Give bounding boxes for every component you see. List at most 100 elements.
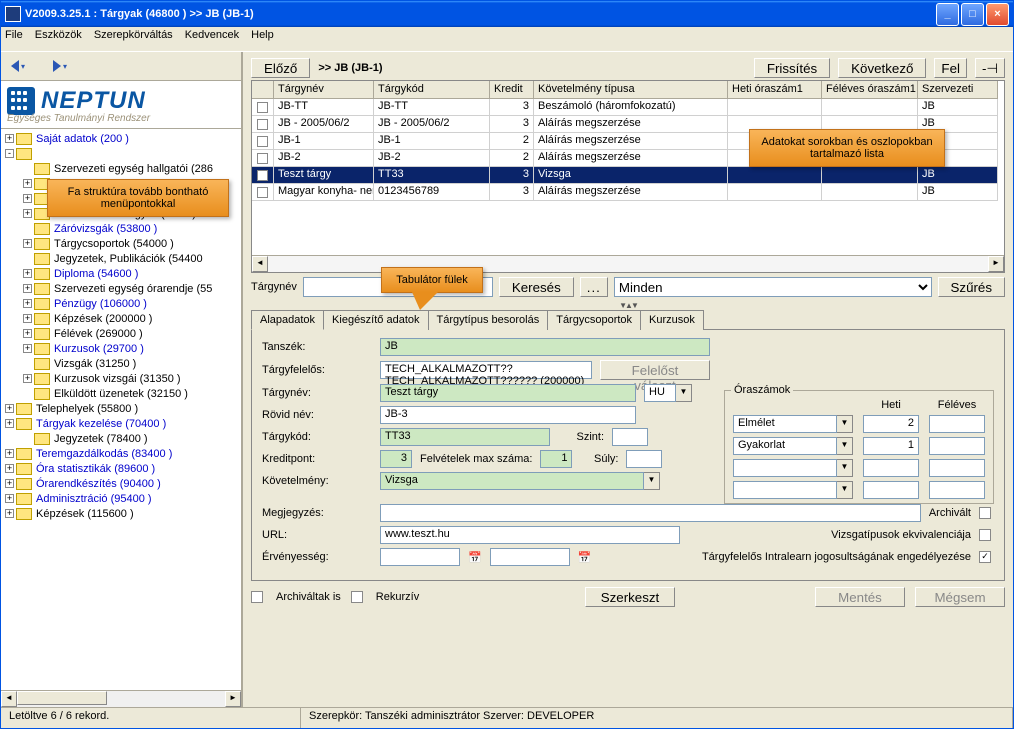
menu-tools[interactable]: Eszközök [35,29,82,49]
tree-item[interactable]: +Képzések (200000 ) [1,311,241,326]
erv-from[interactable] [380,548,460,566]
rovid-field[interactable]: JB-3 [380,406,636,424]
tree-item[interactable]: Jegyzetek, Publikációk (54400 [1,251,241,266]
tree-item[interactable]: +Adminisztráció (95400 ) [1,491,241,506]
tree-item[interactable]: +Pénzügy (106000 ) [1,296,241,311]
tree-item[interactable]: +Kurzusok vizsgái (31350 ) [1,371,241,386]
menu-fav[interactable]: Kedvencek [185,29,239,49]
rekurziv-checkbox[interactable] [351,591,363,603]
window-title: V2009.3.25.1 : Tárgyak (46800 ) >> JB (J… [25,8,936,20]
tree-item[interactable]: +Saját adatok (200 ) [1,131,241,146]
tree-item[interactable]: +Képzések (115600 ) [1,506,241,521]
data-grid[interactable]: TárgynévTárgykódKreditKövetelmény típusa… [251,80,1005,273]
szerkeszt-button[interactable]: Szerkeszt [585,587,675,607]
tree-item[interactable]: Elküldött üzenetek (32150 ) [1,386,241,401]
feleves-4[interactable] [929,481,985,499]
nav-forward-button[interactable]: ▾ [51,57,69,75]
tree-item[interactable]: +Diploma (54600 ) [1,266,241,281]
grid-header[interactable]: Követelmény típusa [534,81,728,99]
grid-h-scrollbar[interactable]: ◄► [252,255,1004,272]
menu-help[interactable]: Help [251,29,274,49]
tab-alapadatok[interactable]: Alapadatok [251,310,324,330]
menu-file[interactable]: File [5,29,23,49]
kod-label: Tárgykód: [262,431,372,443]
grid-header[interactable]: Kredit [490,81,534,99]
tab-kiegeszito[interactable]: Kiegészítő adatok [323,310,428,330]
table-row[interactable]: JB-TTJB-TT3Beszámoló (háromfokozatú)JB [252,99,1004,116]
tree-item[interactable]: +Teremgazdálkodás (83400 ) [1,446,241,461]
tree-item[interactable]: Jegyzetek (78400 ) [1,431,241,446]
date-icon-2[interactable]: 📅 [578,551,592,564]
tree-item[interactable]: +Óra statisztikák (89600 ) [1,461,241,476]
heti-gyak[interactable]: 1 [863,437,919,455]
tree-item[interactable]: Záróvizsgák (53800 ) [1,221,241,236]
feleves-elmelet[interactable] [929,415,985,433]
szint-field[interactable] [612,428,648,446]
grid-header[interactable]: Tárgynév [274,81,374,99]
archivalt-checkbox[interactable] [979,507,991,519]
feleves-gyak[interactable] [929,437,985,455]
close-button[interactable]: × [986,3,1009,26]
next-button[interactable]: Következő [838,58,926,78]
grid-header[interactable]: Szervezeti [918,81,998,99]
ora-type-4[interactable]: ▼ [733,481,853,499]
tree-item[interactable]: +Tárgyak kezelése (70400 ) [1,416,241,431]
feleves-3[interactable] [929,459,985,477]
tree-item[interactable]: +Félévek (269000 ) [1,326,241,341]
grid-header[interactable]: Heti óraszám1 [728,81,822,99]
table-row[interactable]: Teszt tárgyTT333VizsgaJB [252,167,1004,184]
url-field[interactable]: www.teszt.hu [380,526,680,544]
ekviv-label: Vizsgatípusok ekvivalenciája [831,529,971,541]
archivaltak-checkbox[interactable] [251,591,263,603]
lang-combo[interactable]: HU▼ [644,384,692,402]
megsem-button[interactable]: Mégsem [915,587,1005,607]
tree-item[interactable]: - [1,146,241,161]
search-button[interactable]: Keresés [499,277,574,297]
tab-targycsoportok[interactable]: Tárgycsoportok [547,310,641,330]
pin-button[interactable]: -⊣ [975,58,1005,78]
tree-item[interactable]: +Tárgycsoportok (54000 ) [1,236,241,251]
tab-kurzusok[interactable]: Kurzusok [640,310,704,330]
prev-button[interactable]: Előző [251,58,310,78]
felelos-choose-button[interactable]: Felelőst választ [600,360,710,380]
up-button[interactable]: Fel [934,58,967,78]
ora-type-1[interactable]: Elmélet▼ [733,415,853,433]
tree-item[interactable]: +Telephelyek (55800 ) [1,401,241,416]
refresh-button[interactable]: Frissítés [754,58,830,78]
tree-item[interactable]: +Szervezeti egység órarendje (55 [1,281,241,296]
ora-type-3[interactable]: ▼ [733,459,853,477]
tree-item[interactable]: +Kurzusok (29700 ) [1,341,241,356]
table-row[interactable]: Magyar konyha- nem01234567893Aláírás meg… [252,184,1004,201]
felelos-field[interactable]: TECH_ALKALMAZOTT?? TECH_ALKALMAZOTT?????… [380,361,592,379]
tab-targytipus[interactable]: Tárgytípus besorolás [428,310,549,330]
ekviv-checkbox[interactable] [979,529,991,541]
search-more-button[interactable]: ... [580,277,608,297]
nav-back-button[interactable]: ▾ [9,57,27,75]
filter-apply-button[interactable]: Szűrés [938,277,1005,297]
heti-4[interactable] [863,481,919,499]
menu-role[interactable]: Szerepkörváltás [94,29,173,49]
splitter[interactable]: ▼▲▼ [243,301,1013,309]
grid-header[interactable]: Tárgykód [374,81,490,99]
grid-header[interactable] [252,81,274,99]
ora-type-2[interactable]: Gyakorlat▼ [733,437,853,455]
erv-to[interactable] [490,548,570,566]
grid-header[interactable]: Féléves óraszám1 [822,81,918,99]
tree-item[interactable]: +Órarendkészítés (90400 ) [1,476,241,491]
mentes-button[interactable]: Mentés [815,587,905,607]
kov-label: Követelmény: [262,475,372,487]
suly-field[interactable] [626,450,662,468]
intra-checkbox[interactable]: ✓ [979,551,991,563]
heti-elmelet[interactable]: 2 [863,415,919,433]
minimize-button[interactable]: _ [936,3,959,26]
maximize-button[interactable]: □ [961,3,984,26]
date-icon-1[interactable]: 📅 [468,551,482,564]
heti-3[interactable] [863,459,919,477]
tree-item[interactable]: Vizsgák (31250 ) [1,356,241,371]
megj-field[interactable] [380,504,921,522]
tree-item[interactable]: Szervezeti egység hallgatói (286 [1,161,241,176]
oraszamok-group: Óraszámok HetiFéléves Elmélet▼ 2 Gyakorl… [724,390,994,504]
tree-h-scrollbar[interactable]: ◄► [1,690,241,707]
filter-select[interactable]: Minden [614,277,932,297]
kov-combo[interactable]: Vizsga▼ [380,472,660,490]
